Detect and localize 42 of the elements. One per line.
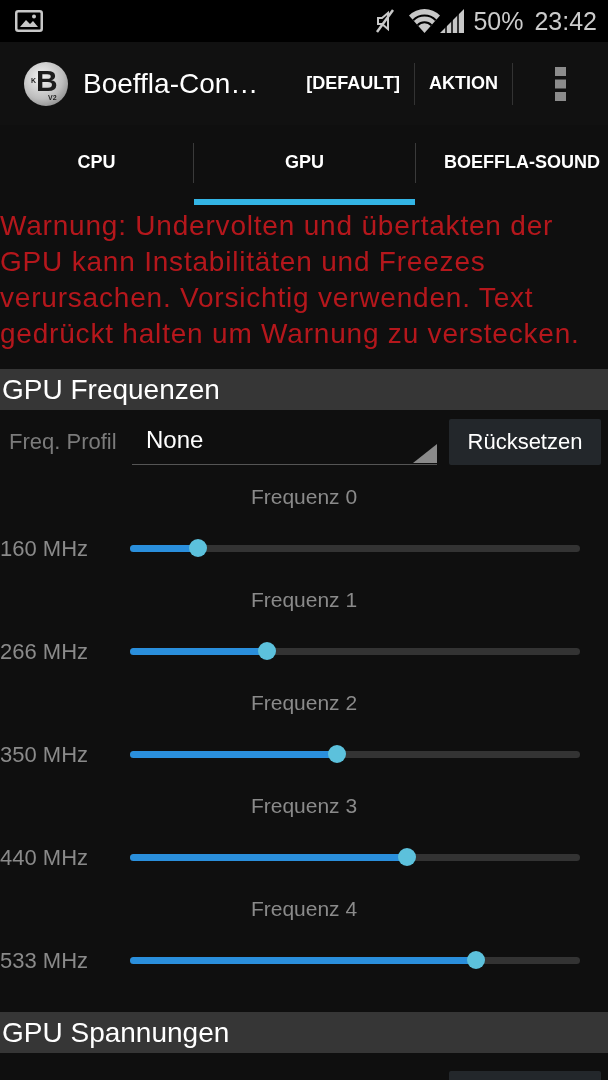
clock-time: 23:42	[534, 6, 597, 36]
frequency-value: 440 MHz	[0, 843, 90, 872]
frequency-value: 266 MHz	[0, 637, 90, 666]
frequency-value: 160 MHz	[0, 534, 90, 563]
wifi-icon	[409, 9, 441, 33]
app-title: Boeffla-Con…	[83, 66, 259, 101]
signal-icon	[440, 9, 465, 33]
overflow-menu-icon	[555, 66, 566, 101]
slider-thumb[interactable]	[188, 539, 207, 557]
muted-speaker-icon	[375, 9, 396, 33]
slider-label: Frequenz 3	[249, 793, 359, 819]
slider-track[interactable]	[130, 951, 580, 969]
action-button[interactable]: [DEFAULT]	[292, 42, 414, 125]
logo-letter: B	[36, 65, 58, 96]
slider-thumb[interactable]	[257, 642, 276, 660]
dropdown-corner-icon	[413, 444, 437, 463]
slider-track[interactable]	[130, 745, 580, 763]
tab[interactable]: GPU	[194, 125, 415, 205]
slider-track[interactable]	[130, 848, 580, 866]
action-button[interactable]: AKTION	[415, 42, 512, 125]
slider-label: Frequenz 4	[249, 896, 359, 922]
slider-label: Frequenz 0	[249, 484, 359, 510]
picture-icon	[15, 10, 43, 32]
profile-dropdown[interactable]: None	[132, 418, 437, 465]
profile-label: Freq. Profil	[8, 428, 118, 456]
tab[interactable]: BOEFFLA-SOUND	[416, 125, 608, 205]
slider-thumb[interactable]	[467, 951, 486, 969]
slider-thumb[interactable]	[328, 745, 346, 763]
slider-track[interactable]	[130, 539, 580, 557]
section-header: GPU Frequenzen	[0, 369, 608, 410]
slider-label: Frequenz 2	[249, 690, 359, 716]
frequency-value: 533 MHz	[0, 946, 90, 975]
slider-thumb[interactable]	[398, 848, 417, 866]
battery-percentage: 50%	[473, 6, 524, 36]
dropdown-value: None	[146, 426, 204, 453]
slider-label: Frequenz 1	[249, 587, 359, 613]
section-header: GPU Spannungen	[0, 1012, 608, 1053]
warning-text: Warnung: Undervolten und übertakten der GPU kann Instabilitäten und Freezes verursachen. Vorsichtig verwenden. Text gedrückt halten um Warnung zu verstecken.	[0, 209, 581, 351]
tab[interactable]: CPU	[0, 125, 193, 205]
slider-track[interactable]	[130, 642, 580, 660]
reset-button[interactable]: Rücksetzen	[449, 418, 601, 465]
frequency-value: 350 MHz	[0, 740, 90, 769]
